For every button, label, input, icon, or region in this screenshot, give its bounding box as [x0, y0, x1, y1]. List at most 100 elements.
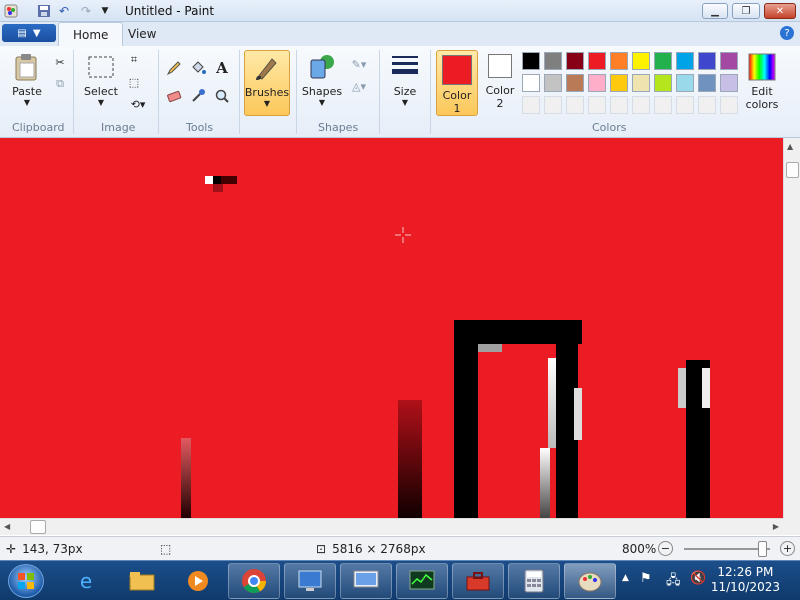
- brushes-label: Brushes: [244, 86, 290, 99]
- toolbox-icon[interactable]: [452, 563, 504, 599]
- title-bar: ↶ ↷ ▼ Untitled - Paint ▁ ❐ ✕: [0, 0, 800, 22]
- shape-fill-icon[interactable]: ◬▾: [346, 76, 372, 96]
- customize-qat-icon[interactable]: ▼: [98, 3, 112, 19]
- palette-color-swatch[interactable]: [676, 52, 694, 70]
- palette-color-swatch[interactable]: [698, 74, 716, 92]
- palette-color-swatch[interactable]: [720, 52, 738, 70]
- control-panel-icon[interactable]: [284, 563, 336, 599]
- zoom-slider-thumb[interactable]: [758, 541, 767, 557]
- palette-color-swatch[interactable]: [632, 52, 650, 70]
- show-hidden-icons-icon[interactable]: ▲: [622, 573, 629, 583]
- crop-icon[interactable]: ⌗: [124, 50, 144, 70]
- palette-color-swatch[interactable]: [676, 74, 694, 92]
- internet-explorer-icon[interactable]: e: [60, 563, 112, 599]
- edit-colors-button[interactable]: Edit colors: [742, 52, 782, 111]
- palette-custom-swatch[interactable]: [698, 96, 716, 114]
- remote-desktop-icon[interactable]: [340, 563, 392, 599]
- palette-color-swatch[interactable]: [698, 52, 716, 70]
- drawing-canvas[interactable]: [0, 138, 783, 518]
- palette-custom-swatch[interactable]: [720, 96, 738, 114]
- palette-custom-swatch[interactable]: [588, 96, 606, 114]
- palette-color-swatch[interactable]: [720, 74, 738, 92]
- save-icon[interactable]: [36, 3, 52, 19]
- palette-color-swatch[interactable]: [610, 74, 628, 92]
- copy-icon[interactable]: ⧉: [50, 74, 70, 94]
- palette-custom-swatch[interactable]: [544, 96, 562, 114]
- action-center-flag-icon[interactable]: ⚑: [640, 571, 652, 586]
- task-manager-icon[interactable]: [396, 563, 448, 599]
- palette-color-swatch[interactable]: [654, 52, 672, 70]
- zoom-level-text: 800%: [622, 542, 657, 556]
- network-icon[interactable]: 🖧: [666, 571, 681, 593]
- shapes-button[interactable]: Shapes ▼: [302, 52, 342, 107]
- palette-color-swatch[interactable]: [544, 74, 562, 92]
- palette-custom-swatch[interactable]: [522, 96, 540, 114]
- palette-color-swatch[interactable]: [544, 52, 562, 70]
- color-1-button[interactable]: Color 1: [436, 50, 478, 116]
- zoom-out-icon[interactable]: −: [658, 541, 673, 556]
- pencil-icon[interactable]: [164, 58, 184, 78]
- system-clock[interactable]: 12:26 PM 11/10/2023: [711, 565, 780, 595]
- select-button[interactable]: Select ▼: [82, 52, 120, 107]
- select-rectangle-icon: [88, 56, 114, 78]
- color-picker-icon[interactable]: [188, 86, 208, 106]
- size-button[interactable]: Size ▼: [386, 52, 424, 107]
- start-button[interactable]: [8, 564, 44, 598]
- outline-icon[interactable]: ✎▾: [346, 54, 372, 74]
- zoom-in-icon[interactable]: +: [780, 541, 795, 556]
- redo-icon[interactable]: ↷: [78, 3, 94, 19]
- palette-color-swatch[interactable]: [632, 74, 650, 92]
- vertical-scrollbar[interactable]: ▲: [783, 138, 800, 518]
- help-icon[interactable]: ?: [780, 26, 794, 40]
- chevron-down-icon: ▼: [401, 98, 409, 107]
- undo-icon[interactable]: ↶: [56, 3, 72, 19]
- restore-button[interactable]: ❐: [732, 3, 760, 19]
- scroll-right-icon[interactable]: ▶: [773, 522, 779, 531]
- palette-color-swatch[interactable]: [522, 74, 540, 92]
- volume-muted-icon[interactable]: 🔇: [690, 571, 706, 586]
- color-2-button[interactable]: Color 2: [482, 54, 518, 110]
- chevron-down-icon: ▼: [23, 98, 31, 107]
- palette-color-swatch[interactable]: [566, 52, 584, 70]
- tab-view[interactable]: View: [114, 22, 170, 46]
- calculator-icon[interactable]: [508, 563, 560, 599]
- clipboard-group-label: Clipboard: [12, 121, 65, 134]
- paint-menu-button[interactable]: ▤ ▼: [2, 24, 56, 42]
- rotate-icon[interactable]: ⟲▾: [124, 94, 152, 114]
- palette-color-swatch[interactable]: [588, 52, 606, 70]
- palette-custom-swatch[interactable]: [566, 96, 584, 114]
- scroll-left-icon[interactable]: ◀: [4, 522, 10, 531]
- cursor-position-text: 143, 73px: [22, 542, 83, 556]
- eraser-icon[interactable]: [164, 86, 184, 106]
- paint-app-icon[interactable]: [4, 3, 18, 19]
- palette-color-swatch[interactable]: [654, 74, 672, 92]
- cut-icon[interactable]: ✂: [50, 52, 70, 72]
- paste-button[interactable]: Paste ▼: [8, 52, 46, 107]
- paint-taskbar-icon[interactable]: [564, 563, 616, 599]
- palette-custom-swatch[interactable]: [676, 96, 694, 114]
- horizontal-scrollbar[interactable]: ◀ ▶: [0, 518, 783, 535]
- text-tool-icon[interactable]: A: [212, 58, 232, 78]
- vertical-scroll-thumb[interactable]: [786, 162, 799, 178]
- brushes-button[interactable]: Brushes ▼: [244, 50, 290, 116]
- palette-color-swatch[interactable]: [588, 74, 606, 92]
- file-explorer-icon[interactable]: [116, 563, 168, 599]
- color-2-swatch: [488, 54, 512, 78]
- palette-custom-swatch[interactable]: [610, 96, 628, 114]
- palette-color-swatch[interactable]: [610, 52, 628, 70]
- magnifier-icon[interactable]: [212, 86, 232, 106]
- resize-icon[interactable]: ⬚: [124, 72, 144, 92]
- palette-color-swatch[interactable]: [522, 52, 540, 70]
- media-player-icon[interactable]: [172, 563, 224, 599]
- canvas-pixel-stroke: [221, 176, 237, 184]
- palette-custom-swatch[interactable]: [632, 96, 650, 114]
- palette-color-swatch[interactable]: [566, 74, 584, 92]
- canvas-pixel-stroke: [474, 320, 582, 344]
- minimize-button[interactable]: ▁: [702, 3, 728, 19]
- palette-custom-swatch[interactable]: [654, 96, 672, 114]
- scroll-up-icon[interactable]: ▲: [787, 142, 793, 151]
- fill-bucket-icon[interactable]: [188, 58, 208, 78]
- horizontal-scroll-thumb[interactable]: [30, 520, 46, 534]
- close-button[interactable]: ✕: [764, 3, 796, 19]
- chrome-icon[interactable]: [228, 563, 280, 599]
